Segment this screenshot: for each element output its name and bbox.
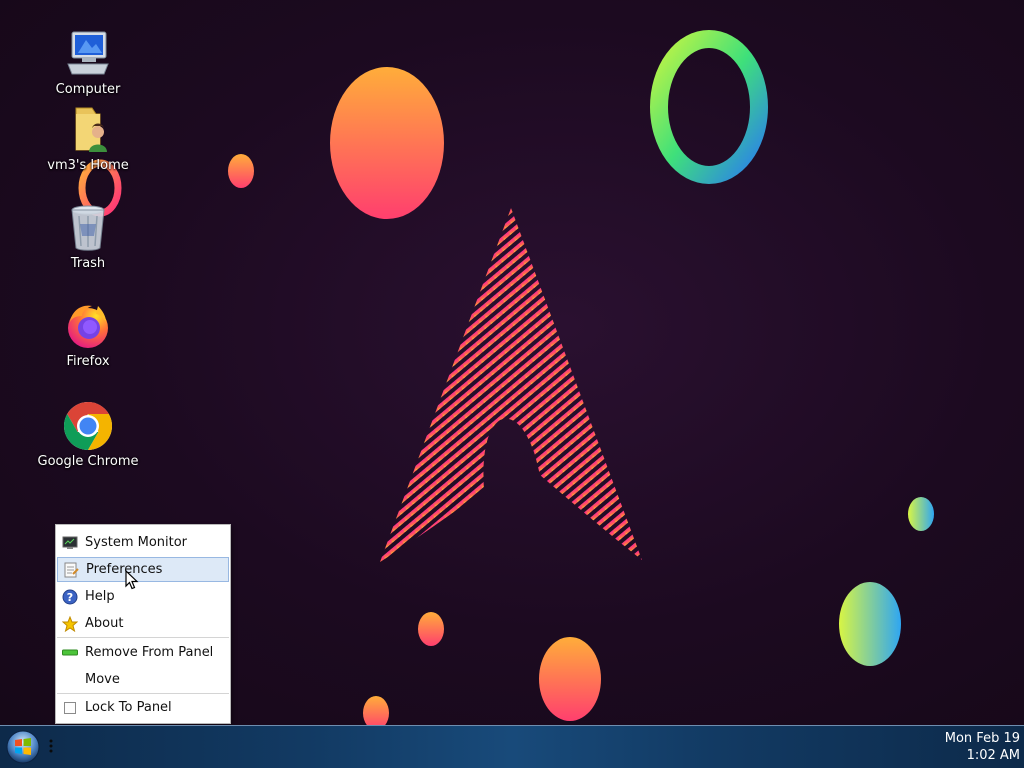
desktop-icon-label: Google Chrome: [37, 454, 139, 469]
desktop: Computer vm3's Home Trash Firefox Google…: [0, 0, 1024, 725]
blank-icon: [61, 671, 79, 689]
menu-item-label: Remove From Panel: [85, 645, 214, 660]
trash-icon: [71, 205, 105, 251]
taskbar: Mon Feb 19 1:02 AM: [0, 725, 1024, 768]
menu-item-preferences[interactable]: Preferences: [57, 557, 229, 582]
menu-item-remove-from-panel[interactable]: Remove From Panel: [57, 640, 229, 665]
remove-icon: [61, 644, 79, 662]
desktop-icon-label: vm3's Home: [47, 158, 129, 173]
menu-separator: [57, 637, 229, 638]
checkbox-wrapper: [61, 699, 79, 717]
system-monitor-icon: [61, 534, 79, 552]
menu-item-label: Help: [85, 589, 115, 604]
desktop-icon-label: Computer: [55, 82, 121, 97]
computer-icon: [67, 31, 109, 75]
menu-item-label: System Monitor: [85, 535, 188, 550]
mouse-cursor-icon: [125, 570, 139, 590]
taskbar-clock[interactable]: Mon Feb 19 1:02 AM: [945, 730, 1020, 764]
menu-item-help[interactable]: ? Help: [57, 584, 229, 609]
menu-item-label: Lock To Panel: [85, 700, 172, 715]
menu-item-about[interactable]: About: [57, 611, 229, 636]
desktop-icon-computer[interactable]: Computer: [28, 28, 148, 97]
help-icon: ?: [61, 588, 79, 606]
desktop-icon-home[interactable]: vm3's Home: [28, 104, 148, 173]
menu-item-move[interactable]: Move: [57, 667, 229, 692]
start-menu-button[interactable]: [6, 730, 40, 764]
preferences-icon: [62, 561, 80, 579]
menu-separator: [57, 693, 229, 694]
desktop-icon-label: Trash: [70, 256, 106, 271]
clock-time: 1:02 AM: [966, 748, 1020, 763]
firefox-icon: [68, 305, 108, 348]
menu-item-lock-to-panel[interactable]: Lock To Panel: [57, 695, 229, 720]
desktop-icon-firefox[interactable]: Firefox: [28, 300, 148, 369]
desktop-icon-trash[interactable]: Trash: [28, 202, 148, 271]
menu-item-system-monitor[interactable]: System Monitor: [57, 530, 229, 555]
svg-text:?: ?: [67, 591, 73, 604]
chrome-icon: [63, 402, 113, 450]
desktop-icon-label: Firefox: [66, 354, 110, 369]
panel-context-menu: System Monitor Preferences ? Help About: [55, 524, 231, 724]
clock-date: Mon Feb 19: [944, 731, 1020, 746]
menu-item-label: Move: [85, 672, 120, 687]
desktop-icon-chrome[interactable]: Google Chrome: [28, 400, 148, 469]
panel-drag-handle[interactable]: [49, 738, 53, 754]
home-folder-icon: [75, 107, 107, 152]
lock-to-panel-checkbox[interactable]: [64, 701, 76, 714]
menu-item-label: About: [85, 616, 124, 631]
about-star-icon: [61, 615, 79, 633]
